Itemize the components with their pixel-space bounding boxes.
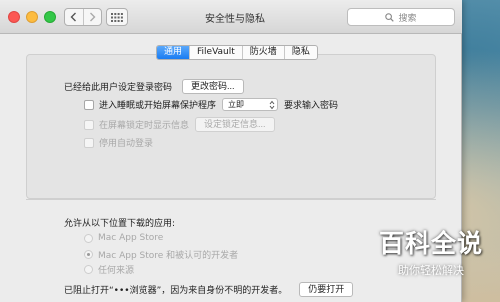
close-button[interactable] — [8, 11, 20, 23]
updown-arrows-icon — [269, 100, 275, 110]
show-message-checkbox[interactable] — [84, 119, 94, 130]
window-title: 安全性与隐私 — [205, 14, 265, 25]
tab-bar: 通用 FileVault 防火墙 隐私 — [156, 45, 318, 60]
section-divider — [26, 199, 436, 200]
open-anyway-button[interactable]: 仍要打开 — [299, 282, 354, 297]
downloads-heading-row: 允许从以下位置下载的应用: — [64, 216, 175, 229]
option-label: Mac App Store 和被认可的开发者 — [98, 251, 239, 261]
search-icon — [385, 12, 395, 22]
search-field[interactable]: 搜索 — [347, 8, 455, 26]
change-password-button[interactable]: 更改密码... — [182, 79, 244, 94]
radio-anywhere[interactable] — [84, 265, 93, 274]
require-password-label: 进入睡眠或开始屏幕保护程序 — [99, 101, 217, 111]
option-label: 任何来源 — [98, 266, 135, 276]
tab-filevault[interactable]: FileVault — [189, 46, 242, 59]
watermark-title: 百科全说 — [378, 229, 483, 258]
minimize-button[interactable] — [26, 11, 38, 23]
chevron-left-icon — [70, 12, 77, 22]
show-message-row: 在屏幕锁定时显示信息 设定锁定信息... — [84, 117, 275, 132]
tab-privacy[interactable]: 隐私 — [283, 46, 317, 59]
option-label: Mac App Store — [98, 233, 164, 243]
chevron-right-icon — [89, 12, 96, 22]
require-password-suffix: 要求输入密码 — [284, 101, 339, 111]
grid-icon — [111, 12, 123, 22]
require-password-delay-popup[interactable]: 立即 — [222, 98, 279, 111]
download-option-identified-developers[interactable]: Mac App Store 和被认可的开发者 — [84, 248, 238, 261]
show-message-label: 在屏幕锁定时显示信息 — [99, 121, 190, 131]
show-all-button[interactable] — [106, 8, 128, 26]
back-button[interactable] — [65, 9, 83, 25]
blocked-app-message: 已阻止打开“•••浏览器”，因为来自身份不明的开发者。 — [64, 286, 288, 296]
radio-app-store[interactable] — [84, 233, 93, 243]
password-row: 已经给此用户设定登录密码 更改密码... — [64, 79, 244, 94]
download-option-app-store[interactable]: Mac App Store — [84, 233, 163, 243]
watermark-logo: 百科全说 助你轻松解决 — [366, 224, 496, 288]
zoom-button[interactable] — [44, 11, 56, 23]
downloads-heading: 允许从以下位置下载的应用: — [64, 219, 176, 229]
disable-auto-login-checkbox[interactable] — [84, 137, 94, 148]
set-lock-message-button[interactable]: 设定锁定信息... — [195, 117, 275, 132]
search-placeholder: 搜索 — [398, 13, 417, 24]
watermark-subtitle: 助你轻松解决 — [398, 264, 464, 277]
disable-auto-login-label: 停用自动登录 — [99, 139, 154, 149]
title-bar: 安全性与隐私 搜索 — [0, 0, 462, 34]
tab-general[interactable]: 通用 — [157, 46, 190, 59]
navigation-buttons — [64, 8, 102, 26]
tab-firewall[interactable]: 防火墙 — [241, 46, 284, 59]
forward-button[interactable] — [82, 9, 101, 25]
password-set-label: 已经给此用户设定登录密码 — [64, 83, 173, 93]
download-option-anywhere[interactable]: 任何来源 — [84, 263, 134, 276]
require-password-row: 进入睡眠或开始屏幕保护程序 立即 要求输入密码 — [84, 98, 338, 111]
radio-identified-developers[interactable] — [84, 250, 93, 259]
blocked-app-row: 已阻止打开“•••浏览器”，因为来自身份不明的开发者。 仍要打开 — [64, 282, 354, 297]
require-password-checkbox[interactable] — [84, 99, 94, 110]
delay-value: 立即 — [228, 100, 245, 109]
disable-auto-login-row: 停用自动登录 — [84, 136, 153, 149]
